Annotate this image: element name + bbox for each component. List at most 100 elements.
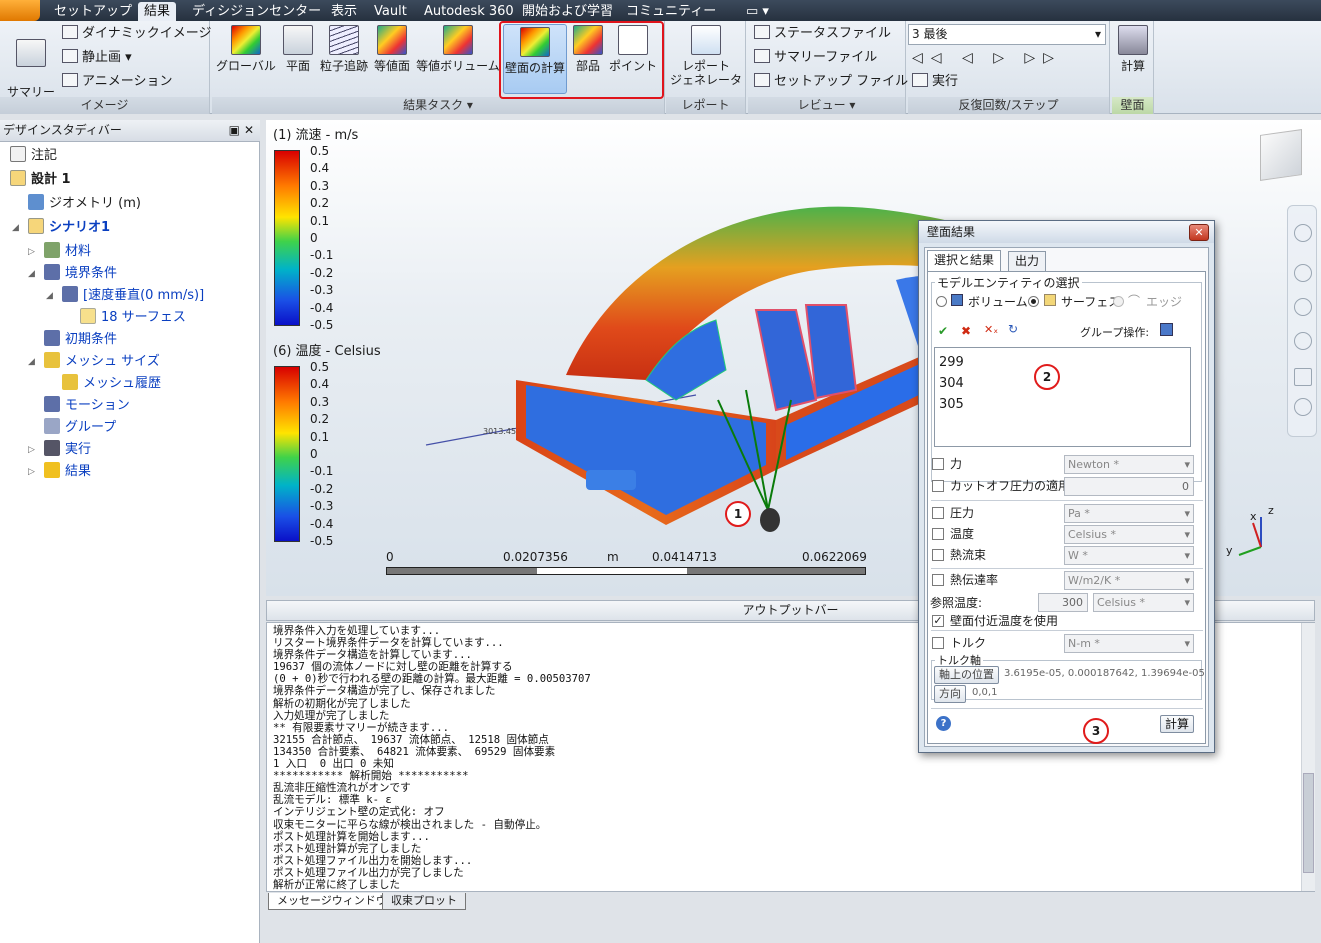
close-icon[interactable]: ✕ <box>244 120 254 141</box>
result-tasks-group-label[interactable]: 結果タスク ▾ <box>212 97 664 114</box>
iteration-select[interactable]: 3 最後 ▾ <box>908 24 1106 45</box>
tab-community[interactable]: コミュニティー <box>620 2 722 21</box>
tab-view[interactable]: 表示 <box>325 2 363 21</box>
htc-unit-select[interactable]: W/m2/K * <box>1064 571 1194 590</box>
help-icon[interactable]: ? <box>936 716 951 731</box>
collapse-arrow-icon[interactable]: ◢ <box>12 217 19 239</box>
tab-message-window[interactable]: メッセージウィンドウ <box>268 893 396 910</box>
summary-image-button[interactable]: サマリー イメージ <box>4 23 58 113</box>
run-button[interactable]: 実行 <box>912 71 958 93</box>
tree-item-notes[interactable]: 注記 <box>10 145 57 167</box>
remove-icon[interactable]: ✖ <box>961 324 971 338</box>
list-item[interactable]: 305 <box>939 394 964 415</box>
tree-item-mesh-history[interactable]: メッシュ履歴 <box>62 373 161 395</box>
tab-setup[interactable]: セットアップ <box>48 2 138 21</box>
pressure-unit-select[interactable]: Pa * <box>1064 504 1194 523</box>
tab-decision-center[interactable]: ディシジョンセンター <box>186 2 327 21</box>
force-unit-select[interactable]: Newton * <box>1064 455 1194 474</box>
direction-button[interactable]: 方向 <box>934 685 966 703</box>
collapse-arrow-icon[interactable]: ◢ <box>28 263 35 285</box>
collapse-arrow-icon[interactable]: ◢ <box>28 351 35 373</box>
tab-selection-results[interactable]: 選択と結果 <box>927 250 1002 271</box>
torque-unit-select[interactable]: N-m * <box>1064 634 1194 653</box>
tree-item-scenario[interactable]: ◢ シナリオ1 <box>12 217 110 239</box>
tree-item-initial-conditions[interactable]: 初期条件 <box>44 329 117 351</box>
report-generator-button[interactable]: レポート ジェネレータ <box>668 23 744 95</box>
tab-autodesk360[interactable]: Autodesk 360 <box>418 2 520 21</box>
pan-hand-icon[interactable] <box>1294 264 1312 282</box>
htc-checkbox[interactable] <box>932 574 944 586</box>
expand-arrow-icon[interactable]: ▷ <box>28 439 35 461</box>
tree-item-motion[interactable]: モーション <box>44 395 130 417</box>
tree-item-mesh-size[interactable]: ◢ メッシュ サイズ <box>28 351 160 373</box>
application-menu-button[interactable] <box>0 0 40 21</box>
expand-arrow-icon[interactable]: ▷ <box>28 461 35 483</box>
tree-item-geometry[interactable]: ジオメトリ (m) <box>28 193 141 215</box>
selected-entities-list[interactable]: 299 304 305 <box>934 347 1191 447</box>
tree-item-groups[interactable]: グループ <box>44 417 116 439</box>
isosurface-button[interactable]: 等値面 <box>372 23 412 95</box>
dynamic-image-button[interactable]: ダイナミックイメージ <box>62 23 211 45</box>
tree-item-boundary-conditions[interactable]: ◢ 境界条件 <box>28 263 117 285</box>
force-checkbox[interactable] <box>932 458 944 470</box>
cutoff-checkbox[interactable] <box>932 480 944 492</box>
zoom-icon[interactable] <box>1294 298 1312 316</box>
tab-getting-started[interactable]: 開始および学習 <box>516 2 619 21</box>
cutoff-pressure-input[interactable]: 0 <box>1064 477 1194 496</box>
list-item[interactable]: 299 <box>939 352 964 373</box>
temperature-checkbox[interactable] <box>932 528 944 540</box>
tab-results[interactable]: 結果 <box>138 2 177 21</box>
isovolume-button[interactable]: 等値ボリューム <box>414 23 502 95</box>
plane-button[interactable]: 平面 <box>282 23 314 95</box>
ref-temp-input[interactable]: 300 <box>1038 593 1088 612</box>
close-icon[interactable]: ✕ <box>1189 224 1209 241</box>
torque-checkbox[interactable] <box>932 637 944 649</box>
surface-radio[interactable] <box>1028 296 1039 307</box>
tree-item-run[interactable]: ▷ 実行 <box>28 439 91 461</box>
wall-calc-button[interactable]: 計算 <box>1114 23 1152 95</box>
tab-convergence-plot[interactable]: 収束プロット <box>382 893 466 910</box>
tree-item-design[interactable]: 設計 1 <box>10 169 71 191</box>
list-item[interactable]: 304 <box>939 373 964 394</box>
calculate-button[interactable]: 計算 <box>1160 715 1195 733</box>
heat-flux-unit-select[interactable]: W * <box>1064 546 1194 565</box>
setup-file-button[interactable]: セットアップ ファイル <box>754 71 908 93</box>
pressure-checkbox[interactable] <box>932 507 944 519</box>
review-group-label[interactable]: レビュー ▾ <box>748 97 905 114</box>
tree-item-materials[interactable]: ▷ 材料 <box>28 241 91 263</box>
still-image-button[interactable]: 静止画 ▾ <box>62 47 132 69</box>
center-icon[interactable] <box>1294 398 1312 416</box>
check-icon[interactable]: ✔ <box>938 324 948 338</box>
output-scrollbar[interactable] <box>1301 623 1315 891</box>
tree-item-velocity[interactable]: ◢ [速度垂直(0 mm/s)] <box>46 285 204 307</box>
tree-item-results[interactable]: ▷ 結果 <box>28 461 91 483</box>
expand-arrow-icon[interactable]: ▷ <box>28 241 35 263</box>
remove-all-icon[interactable]: ✕ₓ <box>984 323 998 336</box>
group-ops-icon[interactable] <box>1160 323 1173 336</box>
animation-button[interactable]: アニメーション <box>62 71 172 93</box>
near-wall-checkbox[interactable]: ✓ <box>932 615 944 627</box>
volume-radio[interactable] <box>936 296 947 307</box>
tab-vault[interactable]: Vault <box>368 2 413 21</box>
particle-trace-button[interactable]: 粒子追跡 <box>318 23 370 95</box>
view-cube[interactable] <box>1260 129 1302 181</box>
axis-position-button[interactable]: 軸上の位置 <box>934 666 999 684</box>
temperature-unit-select[interactable]: Celsius * <box>1064 525 1194 544</box>
scrollbar-thumb[interactable] <box>1303 773 1314 873</box>
look-at-icon[interactable] <box>1294 368 1312 386</box>
heat-flux-checkbox[interactable] <box>932 549 944 561</box>
summary-file-button[interactable]: サマリーファイル <box>754 47 877 69</box>
ref-temp-unit-select[interactable]: Celsius * <box>1093 593 1194 612</box>
tab-output[interactable]: 出力 <box>1008 251 1047 271</box>
edge-radio[interactable] <box>1113 296 1124 307</box>
panel-switcher-icon[interactable]: ▭ ▾ <box>740 2 775 21</box>
step-navigation[interactable]: ◁◁ ◁ ▷ ▷▷ <box>912 50 1062 66</box>
steering-wheel-icon[interactable] <box>1294 224 1312 242</box>
dialog-titlebar[interactable]: 壁面結果 <box>919 221 1214 243</box>
orbit-icon[interactable] <box>1294 332 1312 350</box>
global-button[interactable]: グローバル <box>214 23 278 95</box>
dock-icon[interactable]: ▣ <box>229 120 240 141</box>
tree-item-surfaces[interactable]: 18 サーフェス <box>80 307 186 329</box>
collapse-arrow-icon[interactable]: ◢ <box>46 285 53 307</box>
refresh-icon[interactable]: ↻ <box>1008 322 1018 336</box>
